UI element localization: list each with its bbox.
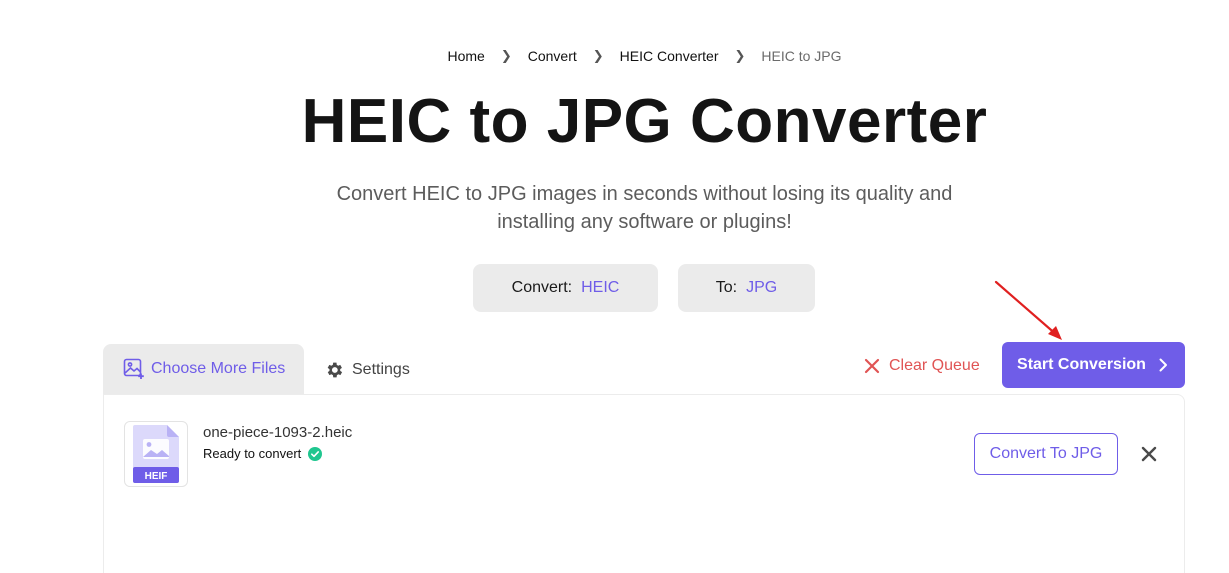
chevron-right-icon	[1156, 358, 1170, 372]
clear-queue-button[interactable]: Clear Queue	[864, 355, 980, 377]
convert-from-value: HEIC	[581, 279, 620, 296]
gear-icon	[324, 360, 344, 380]
breadcrumb: Home ❯ Convert ❯ HEIC Converter ❯ HEIC t…	[0, 48, 1229, 64]
subtitle-line-1: Convert HEIC to JPG images in seconds wi…	[336, 183, 953, 205]
add-image-icon	[123, 358, 145, 380]
convert-from-label: Convert:	[511, 279, 573, 296]
subtitle-line-2: installing any software or plugins!	[497, 211, 792, 233]
convert-to-jpg-button[interactable]: Convert To JPG	[974, 433, 1118, 475]
close-icon	[1141, 446, 1157, 462]
file-badge: HEIF	[145, 471, 168, 482]
breadcrumb-home[interactable]: Home	[447, 48, 484, 64]
choose-more-files-tab[interactable]: Choose More Files	[103, 344, 304, 394]
chevron-right-icon: ❯	[592, 48, 604, 63]
breadcrumb-heic-converter[interactable]: HEIC Converter	[620, 48, 719, 64]
convert-from-select[interactable]: Convert: HEIC	[473, 264, 658, 312]
file-name: one-piece-1093-2.heic	[203, 424, 353, 441]
check-circle-icon	[308, 446, 323, 461]
file-queue-panel	[103, 394, 1185, 573]
breadcrumb-current: HEIC to JPG	[761, 48, 842, 64]
breadcrumb-convert[interactable]: Convert	[528, 48, 577, 64]
chevron-right-icon: ❯	[734, 48, 746, 63]
file-status-text: Ready to convert	[203, 446, 302, 461]
settings-tab[interactable]: Settings	[324, 356, 410, 384]
heif-file-icon: HEIF	[133, 425, 179, 483]
chevron-right-icon: ❯	[500, 48, 512, 63]
file-status: Ready to convert	[203, 446, 323, 461]
page-subtitle: Convert HEIC to JPG images in seconds wi…	[0, 180, 1229, 236]
settings-label: Settings	[352, 361, 410, 378]
start-conversion-button[interactable]: Start Conversion	[1002, 342, 1185, 388]
start-conversion-label: Start Conversion	[1017, 356, 1146, 373]
convert-to-label: To:	[715, 279, 738, 296]
choose-more-files-label: Choose More Files	[151, 360, 286, 377]
remove-file-button[interactable]	[1138, 443, 1160, 465]
annotation-arrow	[994, 280, 1062, 340]
convert-to-select[interactable]: To: JPG	[678, 264, 815, 312]
file-thumbnail: HEIF	[124, 421, 188, 487]
clear-queue-label: Clear Queue	[889, 357, 980, 374]
close-icon	[864, 358, 880, 374]
convert-to-value: JPG	[746, 279, 778, 296]
page-title: HEIC to JPG Converter	[301, 87, 988, 156]
